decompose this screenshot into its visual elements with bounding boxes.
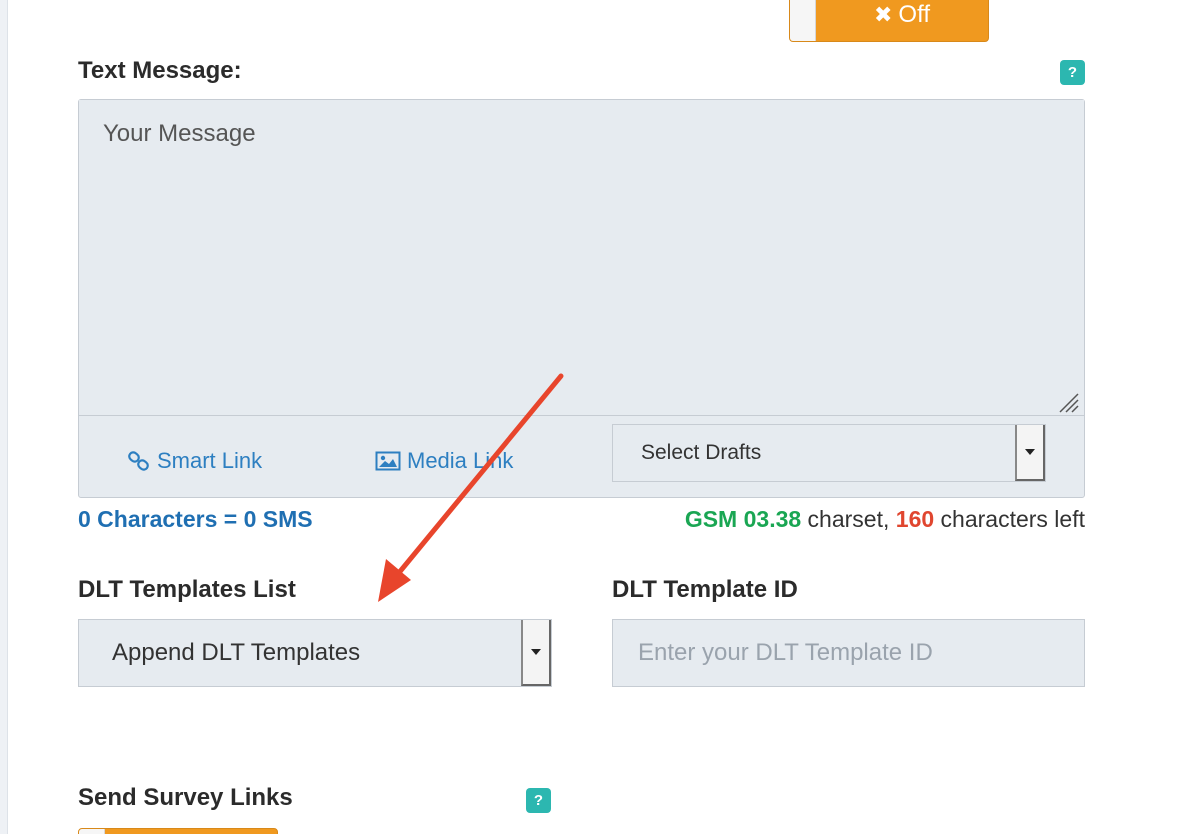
characters-left-suffix: characters left xyxy=(934,506,1085,532)
message-composer: Smart Link Media Link Select Drafts xyxy=(78,99,1085,498)
charset-suffix: charset, xyxy=(801,506,896,532)
toggle-switch-off[interactable]: ✖ Off xyxy=(789,0,989,42)
chevron-down-icon[interactable] xyxy=(521,620,551,686)
dlt-templates-value: Append DLT Templates xyxy=(112,639,361,666)
toggle-knob xyxy=(790,0,816,41)
text-message-label: Text Message: xyxy=(78,57,242,84)
link-icon xyxy=(128,451,149,471)
help-icon[interactable]: ? xyxy=(1060,60,1085,85)
toggle-text xyxy=(105,829,277,834)
survey-toggle-switch[interactable] xyxy=(78,828,278,834)
close-icon: ✖ xyxy=(873,2,893,27)
dlt-templates-list-label: DLT Templates List xyxy=(78,576,296,603)
select-drafts-value: Select Drafts xyxy=(641,441,762,464)
message-textarea[interactable] xyxy=(79,100,1084,416)
chevron-down-icon[interactable] xyxy=(1015,425,1045,481)
toggle-label: Off xyxy=(898,1,930,28)
charset-name: GSM 03.38 xyxy=(684,506,802,532)
toggle-knob xyxy=(79,829,105,834)
character-counter: 0 Characters = 0 SMS xyxy=(78,506,313,532)
smart-link-label: Smart Link xyxy=(157,448,263,473)
image-icon xyxy=(375,451,401,471)
select-drafts-dropdown[interactable]: Select Drafts xyxy=(612,424,1046,482)
send-survey-links-label: Send Survey Links xyxy=(78,784,293,811)
charset-info: GSM 03.38 charset, 160 characters left xyxy=(685,506,1085,533)
dlt-templates-dropdown[interactable]: Append DLT Templates xyxy=(78,619,552,687)
left-rail xyxy=(0,0,8,834)
media-link-label: Media Link xyxy=(407,448,514,473)
characters-left-count: 160 xyxy=(895,506,935,532)
smart-link-button[interactable]: Smart Link xyxy=(127,448,262,474)
media-link-button[interactable]: Media Link xyxy=(375,448,513,474)
dlt-template-id-label: DLT Template ID xyxy=(612,576,798,603)
help-icon[interactable]: ? xyxy=(526,788,551,813)
resize-handle-icon[interactable] xyxy=(1056,390,1080,414)
toggle-text: ✖ Off xyxy=(816,0,988,41)
dlt-template-id-input[interactable] xyxy=(612,619,1085,687)
